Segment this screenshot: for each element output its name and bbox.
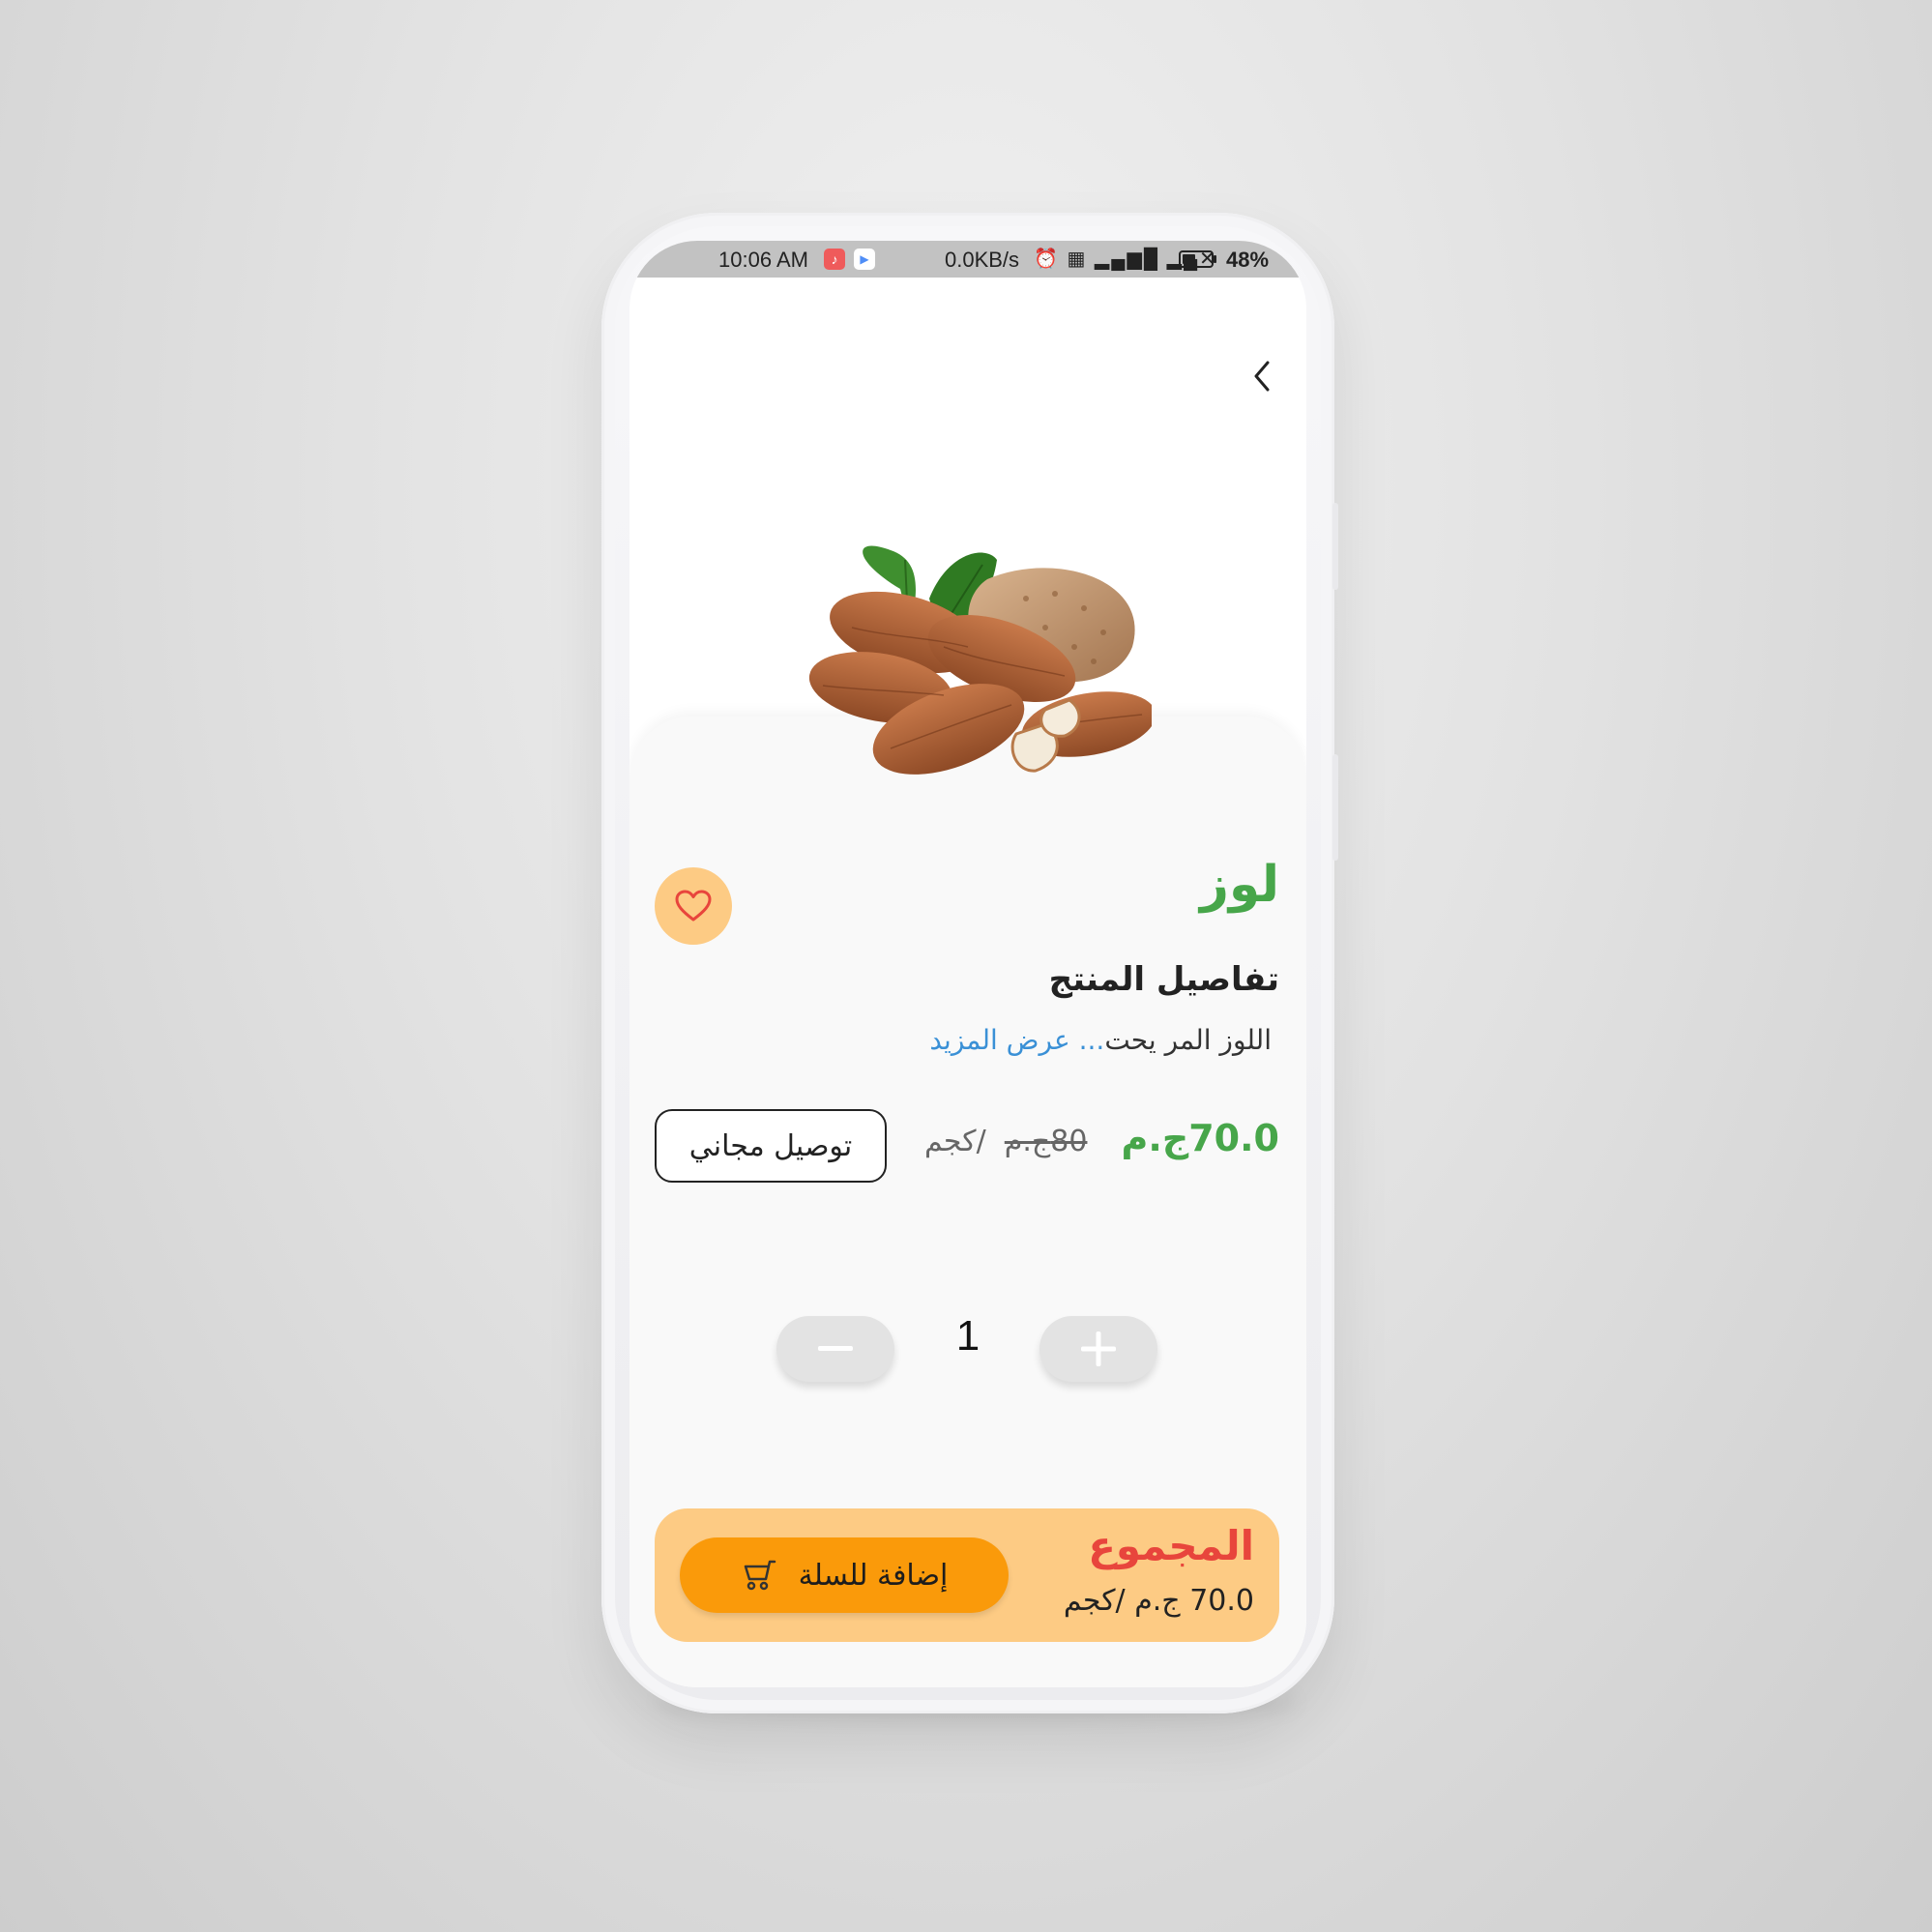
play-notification-icon: ▶ [854, 249, 875, 270]
battery-icon [1179, 250, 1214, 268]
price-unit: /كجم [923, 1125, 986, 1158]
chevron-left-icon [1254, 361, 1270, 392]
add-to-cart-button[interactable]: إضافة للسلة [680, 1537, 1009, 1613]
status-time: 10:06 AM [718, 248, 808, 272]
favorite-button[interactable] [655, 867, 732, 945]
phone-volume-button [1332, 503, 1338, 590]
show-more-link[interactable]: عرض المزيد [929, 1024, 1069, 1056]
tiktok-notification-icon: ♪ [824, 249, 845, 270]
phone-power-button [1332, 754, 1338, 861]
total-unit: /كجم [1063, 1584, 1126, 1618]
app-screen: 10:06 AM ♪ ▶ 0.0KB/s ⏰ ▦ ▂▄▆█ ▂▄✕ 48% لو… [629, 241, 1306, 1687]
increase-quantity-button[interactable] [1039, 1316, 1157, 1382]
total-bar: إضافة للسلة المجموع 70.0 ج.م /كجم [655, 1508, 1279, 1642]
description-text: اللوز المر يحت [1104, 1024, 1272, 1056]
heart-icon [675, 890, 712, 922]
minus-icon [818, 1346, 853, 1351]
decrease-quantity-button[interactable] [776, 1316, 894, 1382]
description-ellipsis: ... [1078, 1024, 1105, 1056]
network-speed: 0.0KB/s [945, 248, 1020, 272]
plus-icon [1081, 1332, 1116, 1366]
total-label: المجموع [1088, 1522, 1254, 1569]
current-price: 70.0ج.م [1121, 1117, 1279, 1159]
total-value: 70.0 ج.م /كجم [1064, 1584, 1254, 1618]
price-row: 70.0ج.م 80ج.م /كجم [924, 1117, 1279, 1159]
product-description: اللوز المر يحت... عرض المزيد [929, 1024, 1272, 1056]
product-image [808, 545, 1152, 775]
product-name: لوز [1199, 856, 1279, 914]
old-price: 80ج.م [1004, 1125, 1088, 1158]
battery-level [1183, 254, 1196, 264]
battery-tip [1214, 255, 1216, 263]
add-to-cart-label: إضافة للسلة [798, 1558, 949, 1593]
status-bar: 10:06 AM ♪ ▶ 0.0KB/s ⏰ ▦ ▂▄▆█ ▂▄✕ 48% [629, 241, 1306, 278]
battery-percent: 48% [1226, 248, 1270, 272]
product-details-heading: تفاصيل المنتج [1048, 960, 1279, 999]
back-button[interactable] [1243, 357, 1281, 395]
cart-icon [744, 1560, 776, 1591]
product-details-sheet: لوز تفاصيل المنتج اللوز المر يحت... عرض … [629, 717, 1306, 1687]
free-delivery-badge: توصيل مجاني [655, 1109, 887, 1183]
quantity-value: 1 [955, 1312, 981, 1360]
total-amount: 70.0 ج.م [1134, 1584, 1254, 1618]
